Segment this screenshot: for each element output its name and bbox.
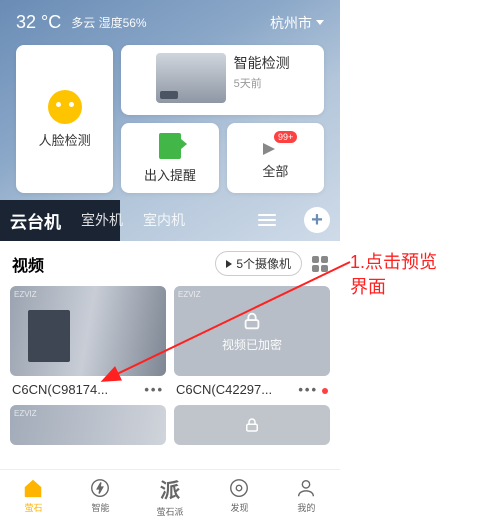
videos-title: 视频 (12, 252, 44, 276)
all-label: 全部 (262, 161, 288, 180)
camera-count-button[interactable]: 5个摄像机 (215, 251, 302, 276)
lock-icon (241, 310, 263, 332)
all-card[interactable]: 99+ 全部 (227, 123, 324, 193)
play-icon (226, 260, 232, 268)
weather-text: 多云 湿度56% (71, 14, 146, 31)
menu-icon[interactable] (258, 214, 276, 226)
annotation-line2: 界面 (350, 275, 437, 300)
pai-icon: 派 (160, 474, 180, 503)
nav-smart-label: 智能 (91, 501, 109, 514)
layout-grid-icon[interactable] (312, 256, 328, 272)
location-text: 杭州市 (270, 13, 312, 33)
video-preview-1[interactable]: EZVIZ (10, 286, 166, 376)
tab-indoor[interactable]: 室内机 (143, 210, 185, 230)
profile-icon (295, 477, 317, 499)
face-icon (48, 90, 82, 124)
video-item-2[interactable]: EZVIZ 视频已加密 C6CN(C42297... ••• (174, 286, 330, 403)
annotation-text: 1.点击预览 界面 (350, 250, 437, 300)
smart-detect-card[interactable]: 智能检测 5天前 (121, 45, 324, 115)
video-item-3[interactable]: EZVIZ (10, 405, 166, 445)
nav-pai-label: 萤石派 (156, 505, 183, 518)
brand-tag: EZVIZ (14, 409, 37, 418)
all-icon: 99+ (263, 137, 287, 155)
video-name-1: C6CN(C98174... (12, 382, 108, 397)
video-item-1[interactable]: EZVIZ C6CN(C98174... ••• (10, 286, 166, 403)
lock-icon (243, 416, 261, 434)
discover-icon (228, 477, 250, 499)
smart-detect-sub: 5天前 (234, 75, 290, 91)
annotation-line1: 1.点击预览 (350, 250, 437, 275)
smart-detect-title: 智能检测 (234, 53, 290, 73)
video-preview-2-locked[interactable]: EZVIZ 视频已加密 (174, 286, 330, 376)
camera-count-label: 5个摄像机 (236, 255, 291, 272)
nav-smart[interactable]: 智能 (89, 477, 111, 514)
door-alert-label: 出入提醒 (144, 165, 196, 184)
location-picker[interactable]: 杭州市 (270, 13, 324, 33)
bottom-nav: 萤石 智能 派 萤石派 发现 我的 (0, 469, 340, 521)
bolt-icon (89, 477, 111, 499)
video-more-1[interactable]: ••• (144, 382, 164, 397)
home-icon (22, 477, 44, 499)
alert-dot-icon (322, 388, 328, 394)
nav-pai[interactable]: 派 萤石派 (156, 474, 183, 518)
door-alert-card[interactable]: 出入提醒 (121, 123, 218, 193)
weather-block[interactable]: 32 °C 多云 湿度56% (16, 12, 147, 33)
tab-outdoor[interactable]: 室外机 (81, 210, 123, 230)
nav-mine[interactable]: 我的 (295, 477, 317, 514)
nav-mine-label: 我的 (297, 501, 315, 514)
video-name-2: C6CN(C42297... (176, 382, 272, 397)
face-detect-label: 人脸检测 (39, 130, 91, 149)
face-detect-card[interactable]: 人脸检测 (16, 45, 113, 193)
nav-home[interactable]: 萤石 (22, 477, 44, 514)
temperature: 32 °C (16, 12, 61, 33)
nav-discover[interactable]: 发现 (228, 477, 250, 514)
brand-tag: EZVIZ (178, 290, 201, 299)
nav-discover-label: 发现 (230, 501, 248, 514)
nav-home-label: 萤石 (24, 501, 42, 514)
chevron-down-icon (316, 20, 324, 25)
tab-ptz[interactable]: 云台机 (10, 208, 61, 233)
add-button[interactable]: + (304, 207, 330, 233)
video-more-2[interactable]: ••• (298, 382, 328, 397)
brand-tag: EZVIZ (14, 290, 37, 299)
smart-detect-thumb (156, 53, 226, 103)
encrypted-label: 视频已加密 (222, 336, 282, 353)
all-badge: 99+ (274, 131, 297, 143)
door-icon (159, 133, 181, 159)
video-item-4-locked[interactable] (174, 405, 330, 445)
